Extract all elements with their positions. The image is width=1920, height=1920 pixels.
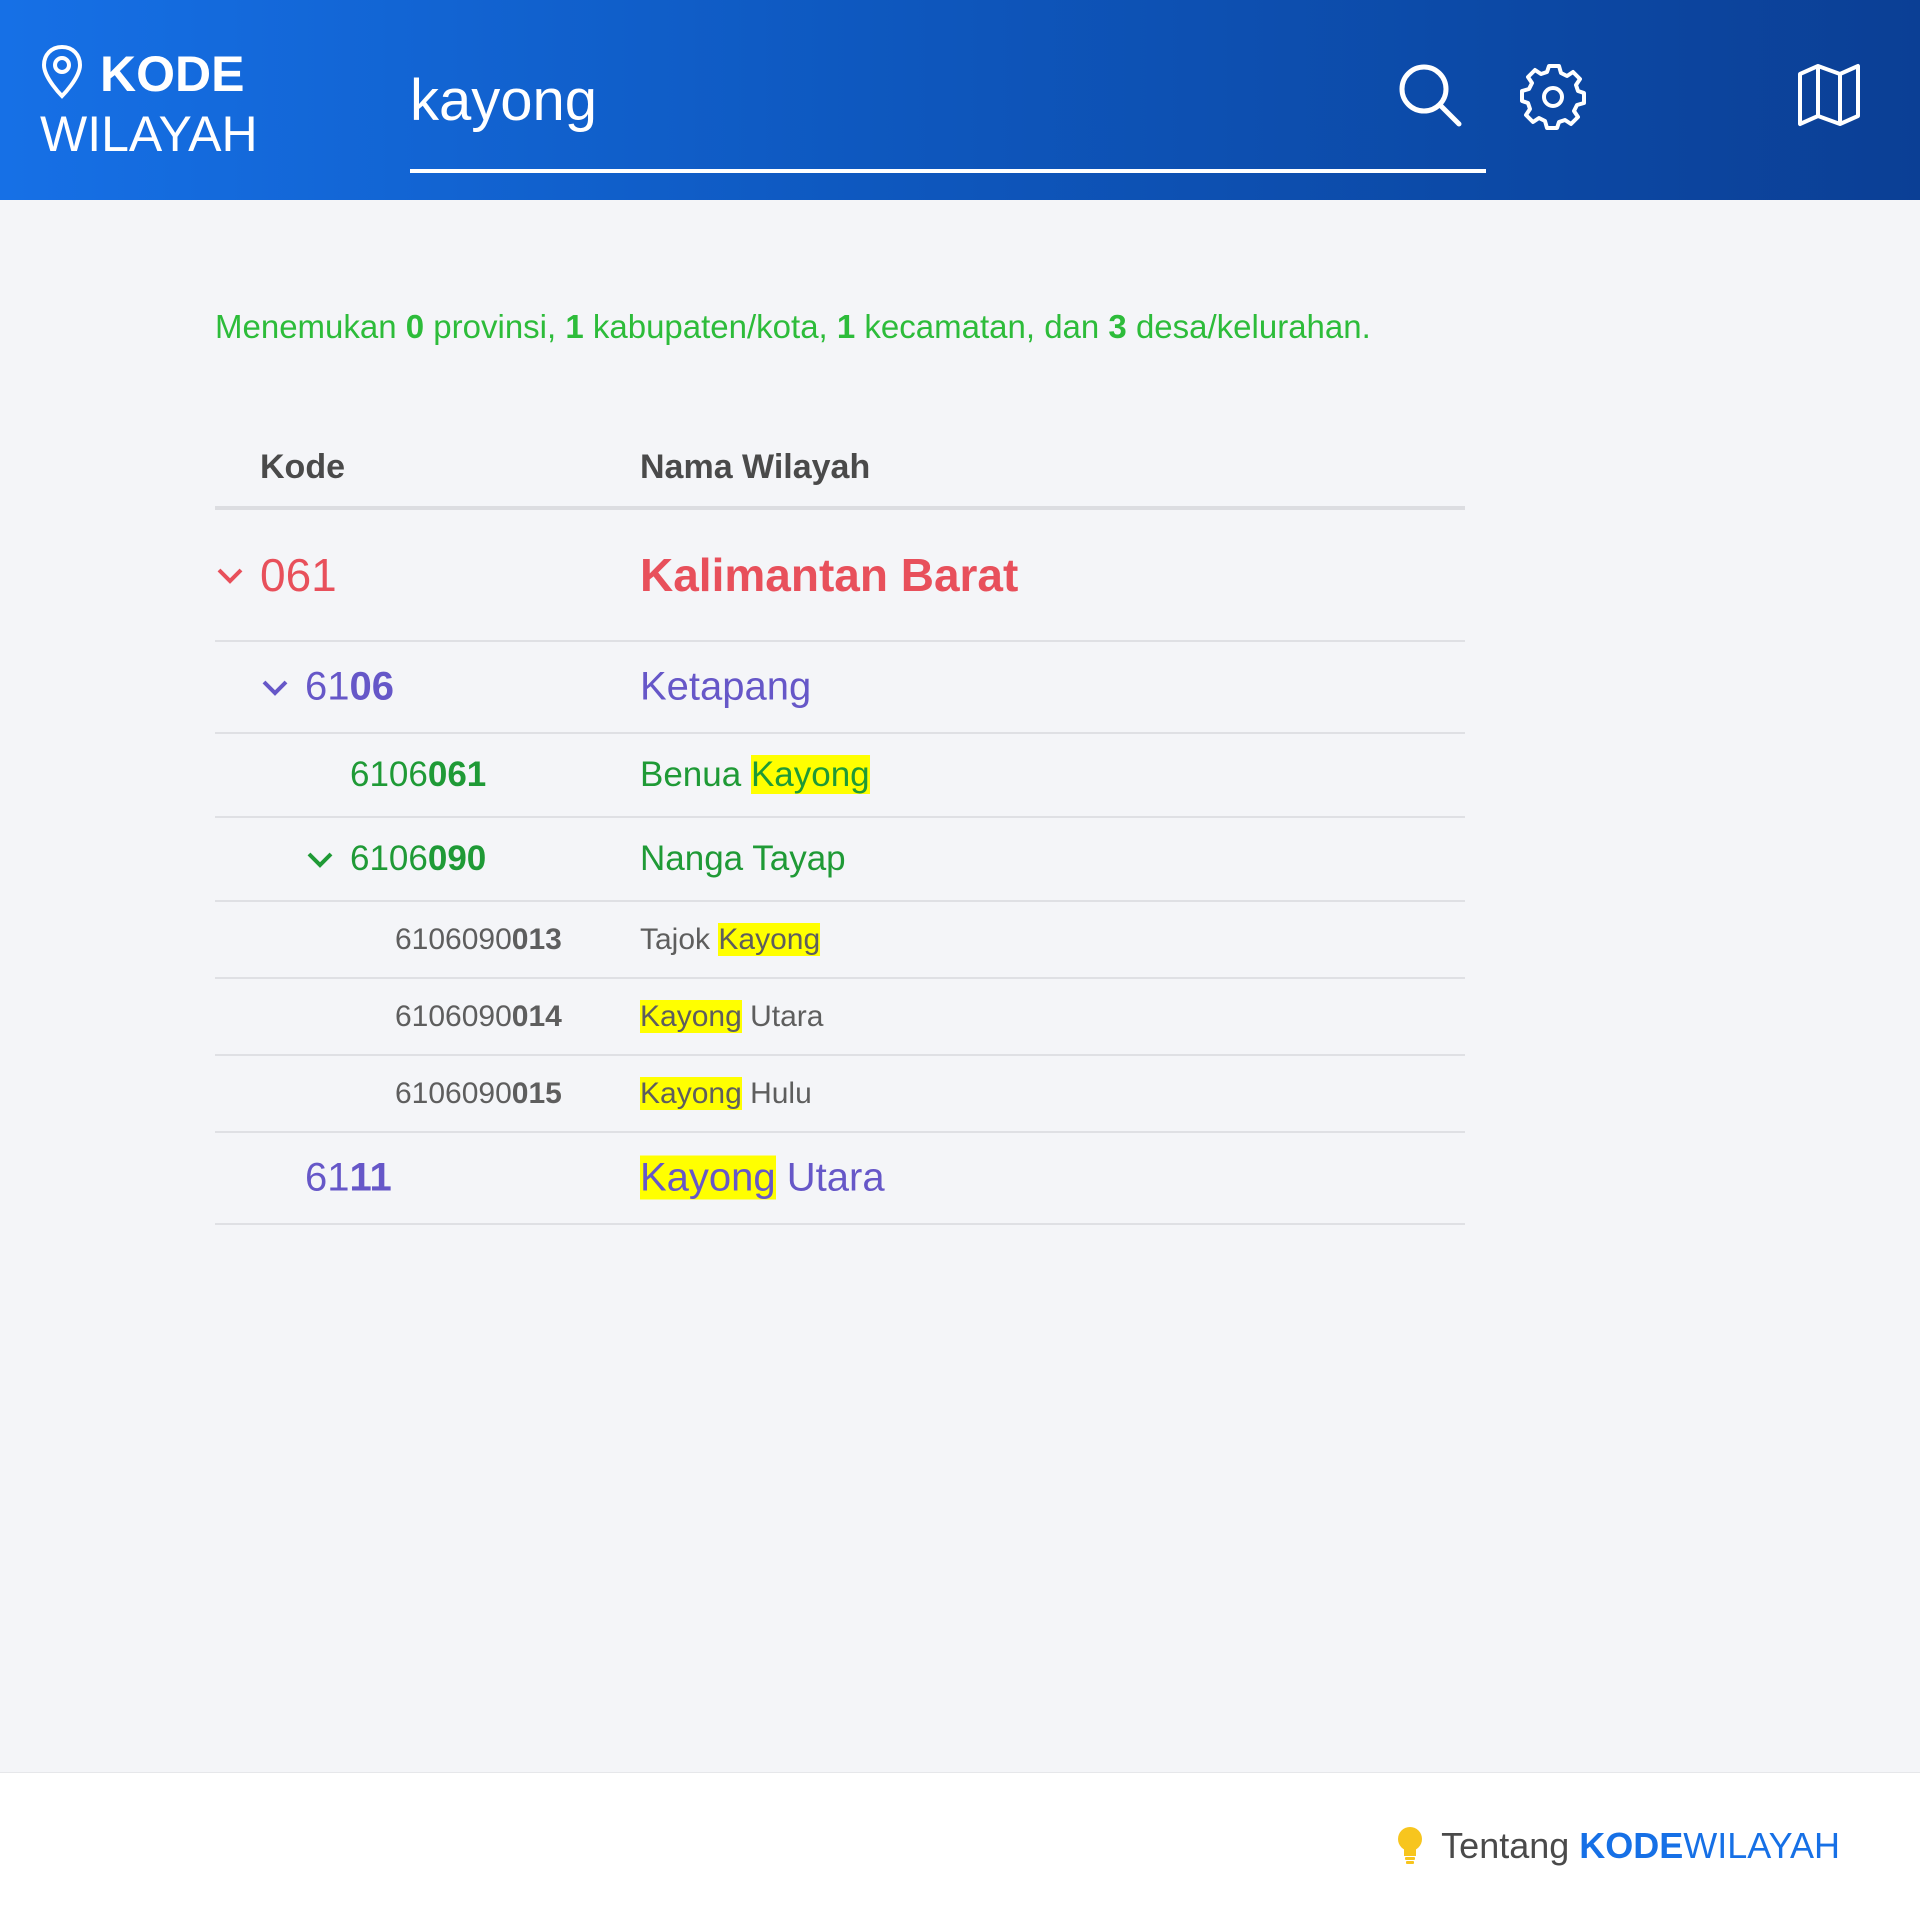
region-name[interactable]: Kayong Utara [640,999,824,1034]
code-suffix: 061 [427,755,487,794]
column-header-nama: Nama Wilayah [640,448,871,486]
logo-text-bottom: WILAYAH [40,106,258,162]
region-name[interactable]: Kayong Utara [640,1155,885,1201]
gear-icon[interactable] [1520,64,1586,130]
table-header: Kode Nama Wilayah [215,430,1465,510]
about-link-text: Tentang [1441,1825,1570,1866]
search-summary: Menemukan 0 provinsi, 1 kabupaten/kota, … [215,308,1371,346]
table-row-regency[interactable]: 6111 Kayong Utara [215,1133,1465,1225]
name-text: Tajok [640,922,719,956]
region-code: 6106090 [350,839,486,879]
map-icon[interactable] [1796,62,1862,128]
chevron-down-icon[interactable] [260,676,290,698]
region-name[interactable]: Ketapang [640,665,811,710]
name-text-after: Utara [775,1155,885,1200]
search-highlight: Kayong [640,1155,776,1200]
code-prefix: 6106090 [395,922,512,956]
code-suffix: 013 [511,922,562,956]
region-name[interactable]: Kayong Hulu [640,1076,812,1111]
search-input[interactable] [410,50,1370,150]
about-brand-light: WILAYAH [1683,1825,1840,1866]
chevron-down-icon[interactable] [215,564,245,586]
code-prefix: 61 [305,1155,350,1200]
code-prefix: 6106090 [395,999,512,1033]
summary-kecamatan-label: kecamatan, dan [855,308,1109,345]
page: KODE WILAYAH Menemukan 0 provinsi, 1 kab… [0,0,1920,1920]
code-suffix: 090 [427,839,487,878]
table-row-district[interactable]: 6106090 Nanga Tayap [215,818,1465,902]
code-prefix: 6106 [350,755,428,794]
summary-kecamatan-count: 1 [836,308,856,345]
name-text: Kalimantan Barat [640,549,1019,601]
logo-text-top: KODE [100,46,245,102]
table-row-regency[interactable]: 6106 Ketapang [215,642,1465,734]
search-highlight: Kayong [640,1076,742,1110]
summary-prefix: Menemukan [215,308,406,345]
summary-kabupaten-label: kabupaten/kota, [583,308,837,345]
table-row-village[interactable]: 6106090014 Kayong Utara [215,979,1465,1056]
region-code: 6106090015 [395,1077,562,1111]
region-code: 6111 [305,1156,392,1201]
summary-kabupaten-count: 1 [565,308,584,345]
code-suffix: 014 [511,999,562,1033]
lightbulb-icon [1398,1827,1423,1864]
code-suffix: 015 [511,1076,562,1110]
code-prefix: 0 [260,549,286,601]
code-prefix: 6106090 [395,1076,512,1110]
summary-provinsi-count: 0 [405,308,425,345]
code-prefix: 61 [305,664,350,709]
region-name[interactable]: Tajok Kayong [640,922,821,957]
results-table: Kode Nama Wilayah 061 Kalimantan Barat 6… [215,430,1465,1225]
about-brand-bold: KODE [1579,1825,1684,1866]
search-bar [410,50,1486,173]
column-header-kode: Kode [260,448,345,486]
code-suffix: 61 [285,549,337,601]
summary-desa-count: 3 [1108,308,1127,345]
name-text: Nanga Tayap [640,839,846,878]
app-footer: Tentang KODE WILAYAH [0,1772,1920,1920]
code-prefix: 6106 [350,839,428,878]
name-text: Ketapang [640,664,812,709]
table-row-district[interactable]: 6106061 Benua Kayong [215,734,1465,818]
region-name[interactable]: Nanga Tayap [640,839,846,879]
code-suffix: 06 [349,664,395,709]
region-code: 6106090013 [395,923,562,957]
map-pin-icon [41,44,83,99]
code-suffix: 11 [349,1155,392,1200]
table-row-village[interactable]: 6106090013 Tajok Kayong [215,902,1465,979]
region-code: 6106061 [350,755,486,795]
region-name[interactable]: Kalimantan Barat [640,548,1018,602]
summary-desa-label: desa/kelurahan. [1126,308,1371,345]
region-code: 6106 [305,665,394,710]
name-text-after: Utara [741,999,824,1033]
app-header: KODE WILAYAH [0,0,1920,200]
region-code: 061 [260,548,337,602]
name-text: Benua [640,755,751,794]
table-row-province[interactable]: 061 Kalimantan Barat [215,510,1465,642]
summary-provinsi-label: provinsi, [424,308,566,345]
region-name[interactable]: Benua Kayong [640,755,870,795]
search-highlight: Kayong [750,755,870,794]
search-highlight: Kayong [640,999,742,1033]
about-link[interactable]: Tentang KODE WILAYAH [1395,1825,1840,1867]
search-highlight: Kayong [718,922,821,956]
region-code: 6106090014 [395,1000,562,1034]
name-text-after: Hulu [741,1076,812,1110]
chevron-down-icon[interactable] [305,848,335,870]
table-row-village[interactable]: 6106090015 Kayong Hulu [215,1056,1465,1133]
search-icon[interactable] [1395,60,1465,130]
